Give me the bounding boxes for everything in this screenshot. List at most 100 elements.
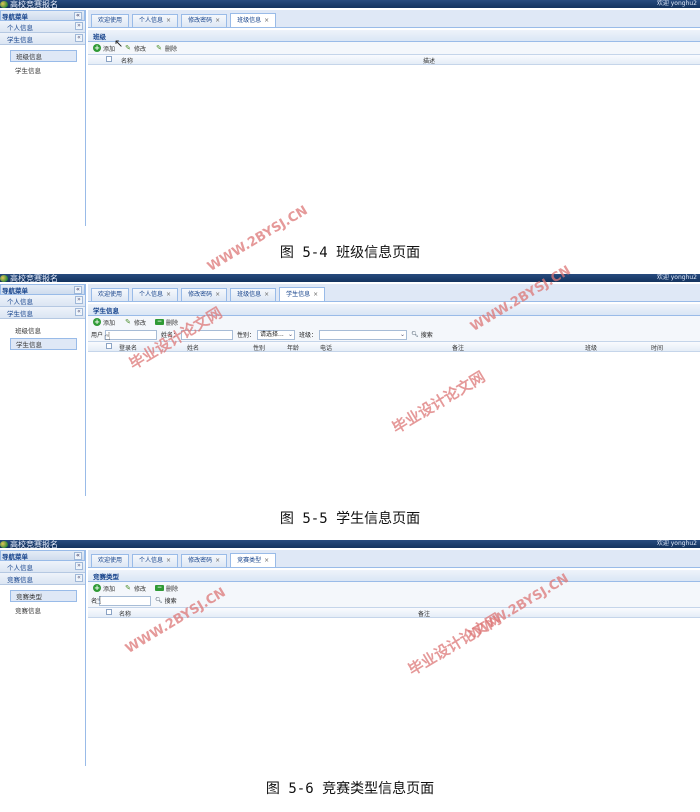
nav-title-label: 导航菜单 [2,286,28,295]
column-header-age[interactable]: 年龄 [287,343,299,352]
sidebar-item-contest-info[interactable]: 竞赛信息 [10,604,77,616]
hand-cursor: ☝ [104,330,111,343]
tab-password[interactable]: 修改密码 × [181,288,228,301]
close-icon[interactable]: × [215,289,220,301]
tab-welcome[interactable]: 欢迎使用 [91,14,130,27]
mouse-cursor: ↖ [114,37,124,50]
add-button[interactable]: + 添加 [93,318,115,327]
nav-group-label: 学生信息 [7,35,33,44]
gender-select[interactable]: 请选择... ⌄ [257,329,296,340]
sidebar-item-student[interactable]: 学生信息 [10,338,77,350]
hand-cursor: ☝ [95,594,102,607]
column-header-gender[interactable]: 性别 [253,343,265,352]
chevron-down-icon[interactable]: » [75,296,83,304]
pencil-icon: ✎ [125,584,131,592]
delete-button[interactable]: − 删除 [155,584,178,593]
collapse-icon[interactable]: « [74,286,82,294]
delete-button[interactable]: ✎ 删除 [155,44,177,53]
main-area: 欢迎使用 个人信息 × 修改密码 × 竞赛类型 × 竞赛类型 + 添加 ✎ 修改 − 删除 … [88,550,700,766]
column-header-phone[interactable]: 电话 [320,343,332,352]
edit-button[interactable]: ✎ 修改 [124,318,146,327]
close-icon[interactable]: × [215,555,220,567]
nav-group-label: 学生信息 [7,309,33,318]
sidebar-item-class[interactable]: 班级信息 [10,324,77,336]
tab-class[interactable]: 班级信息 × [230,13,277,27]
tab-student[interactable]: 学生信息 × [279,287,326,301]
delete-label: 删除 [166,585,179,593]
chevron-up-icon[interactable]: « [75,574,83,582]
nav-group-personal[interactable]: 个人信息 » [0,561,85,573]
column-header-remark[interactable]: 备注 [452,343,464,352]
collapse-icon[interactable]: « [74,12,82,20]
class-select[interactable]: ⌄ [319,329,408,340]
tab-label: 个人信息 [139,291,164,298]
username-input[interactable] [105,329,158,340]
add-button[interactable]: + 添加 [93,584,115,593]
tab-welcome[interactable]: 欢迎使用 [91,554,130,567]
select-all-checkbox[interactable] [106,56,112,62]
close-icon[interactable]: × [264,555,269,567]
logo-icon [0,274,8,282]
tab-personal[interactable]: 个人信息 × [132,554,179,567]
panel-title: 班级 [88,30,700,42]
tab-class[interactable]: 班级信息 × [230,288,277,301]
magnifier-icon: 🔍︎ [155,597,163,604]
select-all-checkbox[interactable] [106,343,112,349]
search-button[interactable]: 🔍︎ 搜索 [155,596,177,605]
nav-group-label: 个人信息 [7,563,33,572]
nav-group-personal[interactable]: 个人信息 » [0,295,85,307]
caption-5-4: 图 5-4 班级信息页面 [279,245,421,261]
nav-group-personal[interactable]: 个人信息 » [0,21,85,33]
sidebar-item-student[interactable]: 学生信息 [10,64,77,76]
close-icon[interactable]: × [264,289,269,301]
tab-contest-type[interactable]: 竞赛类型 × [230,553,277,567]
sidebar: 导航菜单 « 个人信息 » 学生信息 « 班级信息 学生信息 [0,10,86,226]
edit-button[interactable]: ✎ 修改 [124,44,146,53]
tab-personal[interactable]: 个人信息 × [132,14,179,27]
chevron-down-icon[interactable]: » [75,22,83,30]
nav-group-contest[interactable]: 竞赛信息 « [0,573,85,585]
select-all-checkbox[interactable] [106,609,112,615]
close-icon[interactable]: × [215,15,220,27]
add-label: 添加 [103,585,116,593]
tab-label: 欢迎使用 [98,291,123,298]
magnifier-icon: 🔍︎ [411,331,419,338]
logo-icon [0,0,8,8]
column-header-name[interactable]: 名称 [121,56,133,65]
chevron-up-icon[interactable]: « [75,34,83,42]
close-icon[interactable]: × [166,15,171,27]
chevron-down-icon[interactable]: » [75,562,83,570]
close-icon[interactable]: × [166,289,171,301]
edit-button[interactable]: ✎ 修改 [124,584,146,593]
chevron-up-icon[interactable]: « [75,308,83,316]
panel-title: 竞赛类型 [88,570,700,582]
close-icon[interactable]: × [166,555,171,567]
column-header-class[interactable]: 班级 [585,343,597,352]
sidebar-item-contest-type[interactable]: 竞赛类型 [10,590,77,602]
column-header-time[interactable]: 时间 [651,343,663,352]
tab-label: 个人信息 [139,17,164,24]
app-header: 高校竞赛报名 欢迎 yonghu2 [0,540,700,549]
toolbar: + 添加 ✎ 修改 ✎ 删除 [88,42,700,54]
close-icon[interactable]: × [313,289,318,301]
nav-group-student[interactable]: 学生信息 « [0,307,85,319]
tab-welcome[interactable]: 欢迎使用 [91,288,130,301]
app-logo: 高校竞赛报名 [0,0,58,9]
column-header-name[interactable]: 名称 [119,609,131,618]
sidebar-item-class[interactable]: 班级信息 [10,50,77,62]
username-label: 用户 [91,332,104,339]
column-header-desc[interactable]: 描述 [423,56,435,65]
collapse-icon[interactable]: « [74,552,82,560]
tab-password[interactable]: 修改密码 × [181,554,228,567]
search-button[interactable]: 🔍︎ 搜索 [411,330,433,339]
column-header-name[interactable]: 姓名 [187,343,199,352]
tab-password[interactable]: 修改密码 × [181,14,228,27]
tab-personal[interactable]: 个人信息 × [132,288,179,301]
sidebar: 导航菜单 « 个人信息 » 竞赛信息 « 竞赛类型 竞赛信息 [0,550,86,766]
column-header-remark[interactable]: 备注 [418,609,430,618]
nav-group-student[interactable]: 学生信息 « [0,33,85,45]
name-input[interactable] [99,595,152,606]
close-icon[interactable]: × [264,15,269,27]
tab-label: 修改密码 [188,557,213,564]
add-button[interactable]: + 添加 [93,44,115,53]
